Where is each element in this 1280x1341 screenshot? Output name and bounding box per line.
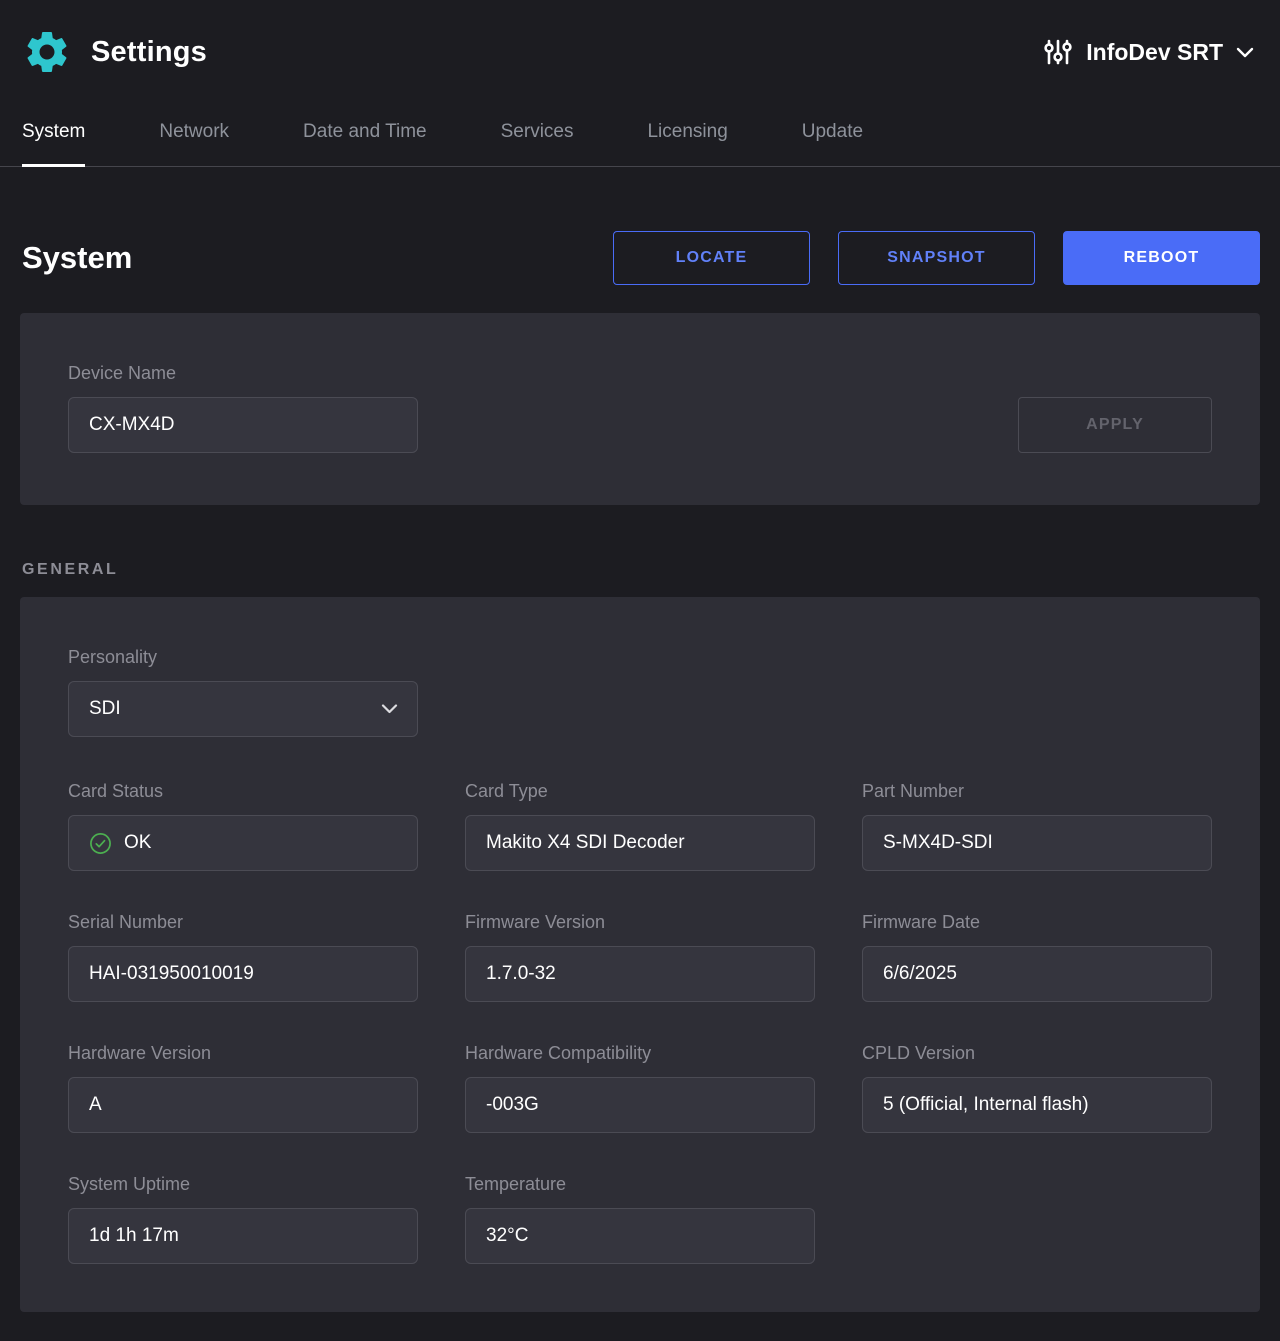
field-value: 1.7.0-32 (486, 963, 556, 984)
sliders-icon (1043, 37, 1073, 67)
field-part-number: Part Number S-MX4D-SDI (862, 781, 1212, 871)
field-label: Part Number (862, 781, 965, 801)
field-value: A (89, 1094, 102, 1115)
device-name-input[interactable] (68, 397, 418, 453)
device-name-card: Device Name APPLY (20, 313, 1260, 505)
field-value-box: 1d 1h 17m (68, 1208, 418, 1264)
header-left: Settings (22, 27, 207, 77)
settings-tabs: System Network Date and Time Services Li… (0, 104, 1280, 167)
tab-update[interactable]: Update (802, 104, 863, 166)
field-system-uptime: System Uptime 1d 1h 17m (68, 1174, 418, 1264)
field-value: OK (124, 832, 152, 853)
general-section-label: GENERAL (22, 561, 119, 578)
field-card-type: Card Type Makito X4 SDI Decoder (465, 781, 815, 871)
field-firmware-version: Firmware Version 1.7.0-32 (465, 912, 815, 1002)
tab-licensing[interactable]: Licensing (647, 104, 727, 166)
header: Settings InfoDev SRT (0, 0, 1280, 104)
chevron-down-icon (1236, 47, 1254, 58)
field-value: 5 (Official, Internal flash) (883, 1094, 1089, 1115)
field-value: S-MX4D-SDI (883, 832, 993, 853)
device-selector-label: InfoDev SRT (1086, 38, 1223, 65)
snapshot-button[interactable]: SNAPSHOT (838, 231, 1035, 285)
device-name-field: Device Name (68, 363, 418, 453)
page-actions: LOCATE SNAPSHOT REBOOT (613, 231, 1260, 285)
field-value-box: S-MX4D-SDI (862, 815, 1212, 871)
tab-date-and-time[interactable]: Date and Time (303, 104, 427, 166)
field-card-status: Card Status OK (68, 781, 418, 871)
field-label: Temperature (465, 1174, 567, 1194)
field-value: HAI-031950010019 (89, 963, 254, 984)
locate-button[interactable]: LOCATE (613, 231, 810, 285)
device-name-label: Device Name (68, 363, 177, 383)
field-value: 6/6/2025 (883, 963, 957, 984)
field-label: Hardware Compatibility (465, 1043, 652, 1063)
field-label: System Uptime (68, 1174, 191, 1194)
reboot-button[interactable]: REBOOT (1063, 231, 1260, 285)
field-value-box: -003G (465, 1077, 815, 1133)
field-value-box: 1.7.0-32 (465, 946, 815, 1002)
gear-icon (22, 27, 72, 77)
app-title: Settings (91, 35, 207, 68)
field-value-box: HAI-031950010019 (68, 946, 418, 1002)
general-fields-grid: Card Status OK Card Type Makito X4 SDI D… (68, 781, 1212, 1264)
field-value-box: OK (68, 815, 418, 871)
field-label: Card Type (465, 781, 548, 801)
field-firmware-date: Firmware Date 6/6/2025 (862, 912, 1212, 1002)
field-value: -003G (486, 1094, 539, 1115)
chevron-down-icon (381, 704, 398, 714)
page-title: System (22, 240, 133, 275)
check-circle-icon (89, 832, 112, 855)
field-value: 1d 1h 17m (89, 1225, 179, 1246)
page-head: System LOCATE SNAPSHOT REBOOT (0, 231, 1280, 285)
general-card: Personality SDI Card Status OK Card Type… (20, 597, 1260, 1312)
personality-field: Personality SDI (68, 647, 1212, 737)
field-temperature: Temperature 32°C (465, 1174, 815, 1264)
field-hardware-compatibility: Hardware Compatibility -003G (465, 1043, 815, 1133)
tab-system[interactable]: System (22, 104, 86, 167)
field-label: Firmware Version (465, 912, 606, 932)
field-value: 32°C (486, 1225, 529, 1246)
field-label: Card Status (68, 781, 164, 801)
field-label: CPLD Version (862, 1043, 976, 1063)
field-value-box: A (68, 1077, 418, 1133)
apply-button[interactable]: APPLY (1018, 397, 1212, 453)
field-value-box: Makito X4 SDI Decoder (465, 815, 815, 871)
personality-select[interactable]: SDI (68, 681, 418, 737)
field-cpld-version: CPLD Version 5 (Official, Internal flash… (862, 1043, 1212, 1133)
field-value-box: 6/6/2025 (862, 946, 1212, 1002)
tab-network[interactable]: Network (159, 104, 229, 166)
personality-label: Personality (68, 647, 158, 667)
device-selector[interactable]: InfoDev SRT (1043, 37, 1254, 67)
field-value: Makito X4 SDI Decoder (486, 832, 685, 853)
field-serial-number: Serial Number HAI-031950010019 (68, 912, 418, 1002)
field-label: Serial Number (68, 912, 184, 932)
field-value-box: 32°C (465, 1208, 815, 1264)
field-label: Firmware Date (862, 912, 981, 932)
field-value-box: 5 (Official, Internal flash) (862, 1077, 1212, 1133)
settings-page: Settings InfoDev SRT System Network Date… (0, 0, 1280, 1312)
field-label: Hardware Version (68, 1043, 212, 1063)
tab-services[interactable]: Services (501, 104, 574, 166)
field-hardware-version: Hardware Version A (68, 1043, 418, 1133)
personality-select-value: SDI (89, 698, 121, 719)
